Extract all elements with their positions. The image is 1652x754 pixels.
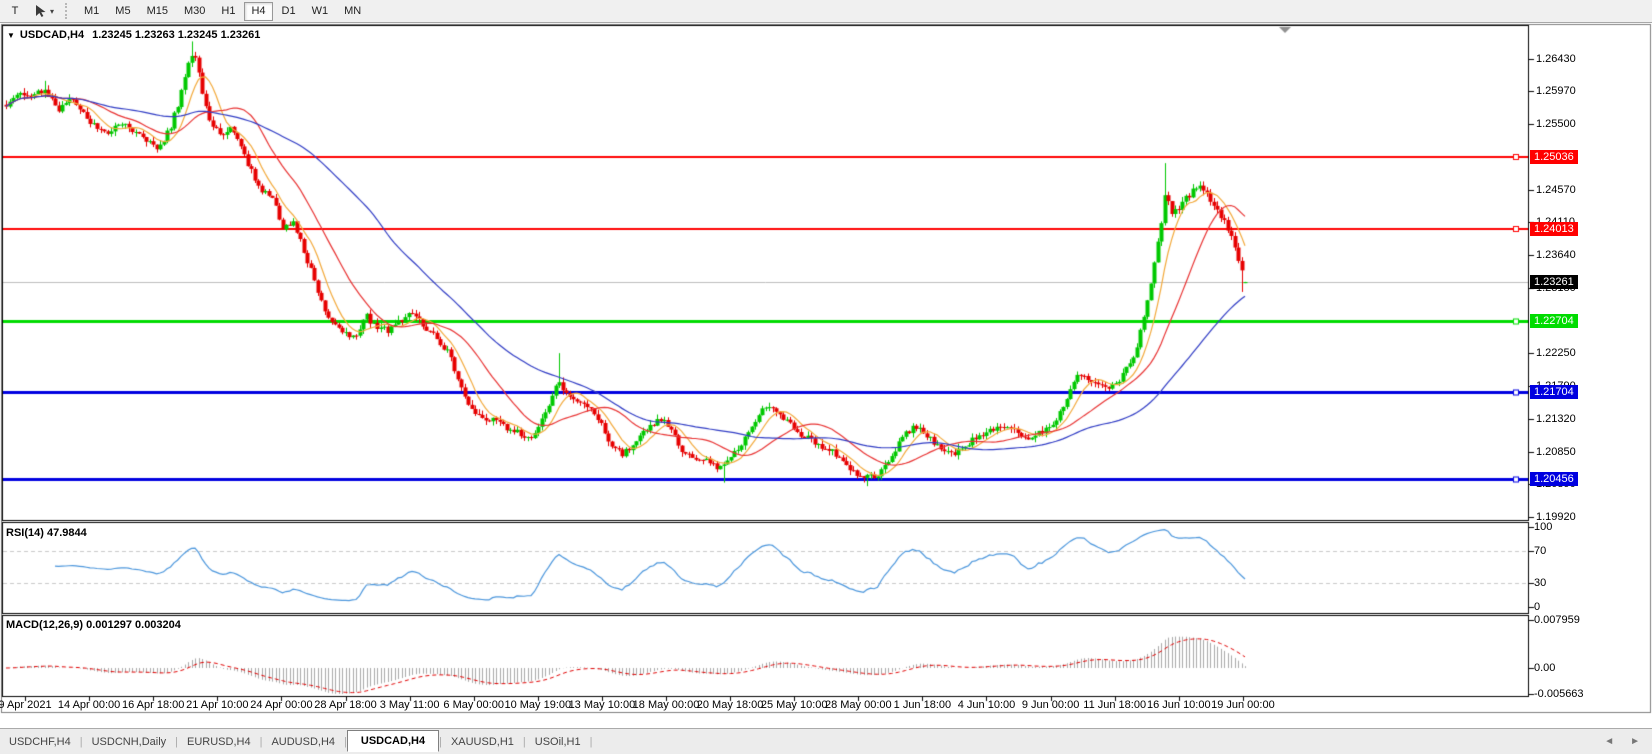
time-axis-label: 28 Apr 18:00 xyxy=(314,699,376,711)
price-axis-tick: 1.25970 xyxy=(1536,85,1576,97)
main-chart-panel[interactable] xyxy=(3,26,1528,520)
macd-label: MACD(12,26,9) 0.001297 0.003204 xyxy=(6,619,181,631)
chart-tab-usdchf-h4[interactable]: USDCHF,H4 xyxy=(0,731,80,753)
timeframe-button-m5[interactable]: M5 xyxy=(108,2,137,21)
price-level-label-support: 1.21704 xyxy=(1530,385,1578,399)
chart-tab-usoil-h1[interactable]: USOil,H1 xyxy=(526,731,590,753)
time-axis-label: 19 Jun 00:00 xyxy=(1211,699,1275,711)
rsi-axis-tick: 100 xyxy=(1534,521,1552,533)
timeframe-button-mn[interactable]: MN xyxy=(337,2,368,21)
rsi-label: RSI(14) 47.9844 xyxy=(6,527,87,539)
time-axis-label: 28 May 00:00 xyxy=(825,699,892,711)
price-axis-tick: 1.20850 xyxy=(1536,446,1576,458)
chart-tab-usdcnh-daily[interactable]: USDCNH,Daily xyxy=(83,731,176,753)
price-level-label-resistance: 1.24013 xyxy=(1530,222,1578,236)
timeframe-button-h1[interactable]: H1 xyxy=(214,2,242,21)
chart-tabs: USDCHF,H4|USDCNH,Daily|EURUSD,H4|AUDUSD,… xyxy=(0,731,592,753)
rsi-axis-tick: 70 xyxy=(1534,545,1546,557)
chart-header: ▼ USDCAD,H4 1.23245 1.23263 1.23245 1.2326… xyxy=(7,29,260,41)
price-level-label-support: 1.22704 xyxy=(1530,314,1578,328)
text-tool-button[interactable]: T xyxy=(3,2,27,21)
chart-tab-xauusd-h1[interactable]: XAUUSD,H1 xyxy=(442,731,523,753)
time-axis-label: 24 Apr 00:00 xyxy=(250,699,312,711)
cursor-icon xyxy=(34,4,47,18)
timeframe-button-m30[interactable]: M30 xyxy=(177,2,212,21)
macd-axis-tick: 0.007959 xyxy=(1534,614,1580,626)
timeframe-button-group: M1M5M15M30H1H4D1W1MN xyxy=(77,2,368,21)
toolbar-separator xyxy=(65,3,71,19)
timeframe-button-w1[interactable]: W1 xyxy=(305,2,336,21)
rsi-panel[interactable] xyxy=(3,523,1528,613)
rsi-axis-tick: 30 xyxy=(1534,577,1546,589)
timeframe-button-m15[interactable]: M15 xyxy=(140,2,175,21)
time-axis-label: 9 Jun 00:00 xyxy=(1022,699,1080,711)
time-axis-label: 13 May 10:00 xyxy=(569,699,636,711)
time-axis-label: 20 May 18:00 xyxy=(697,699,764,711)
time-axis-label: 1 Jun 18:00 xyxy=(894,699,952,711)
time-axis-label: 11 Jun 18:00 xyxy=(1083,699,1146,711)
price-axis-tick: 1.26430 xyxy=(1536,53,1576,65)
chevron-down-icon: ▾ xyxy=(50,7,54,16)
rsi-axis-tick: 0 xyxy=(1534,601,1540,613)
collapse-chart-icon[interactable]: ▼ xyxy=(7,31,15,40)
time-axis-label: 14 Apr 00:00 xyxy=(58,699,120,711)
tab-scroll-arrows: ◄ ► xyxy=(1604,736,1652,747)
timeframe-button-d1[interactable]: D1 xyxy=(275,2,303,21)
time-axis-label: 21 Apr 10:00 xyxy=(186,699,248,711)
time-axis-label: 18 May 00:00 xyxy=(633,699,700,711)
timeframe-button-m1[interactable]: M1 xyxy=(77,2,106,21)
toolbar: T ▾ M1M5M15M30H1H4D1W1MN xyxy=(0,0,1652,23)
price-axis-tick: 1.21320 xyxy=(1536,413,1576,425)
time-axis-label: 16 Jun 10:00 xyxy=(1147,699,1211,711)
price-axis-tick: 1.25500 xyxy=(1536,118,1576,130)
cursor-tool-button[interactable]: ▾ xyxy=(27,2,61,21)
time-axis-label: 4 Jun 10:00 xyxy=(958,699,1016,711)
price-level-label-support: 1.20456 xyxy=(1530,472,1578,486)
chart-ohlc-values: 1.23245 1.23263 1.23245 1.23261 xyxy=(92,29,260,41)
price-axis-tick: 1.22250 xyxy=(1536,347,1576,359)
time-axis-label: 25 May 10:00 xyxy=(761,699,828,711)
price-level-label-current-price: 1.23261 xyxy=(1530,275,1578,289)
time-axis-label: 6 May 00:00 xyxy=(443,699,504,711)
macd-axis-tick: 0.00 xyxy=(1534,662,1555,674)
chart-symbol: USDCAD,H4 xyxy=(20,29,84,41)
tab-scroll-left-arrow[interactable]: ◄ xyxy=(1604,736,1614,747)
chart-tab-eurusd-h4[interactable]: EURUSD,H4 xyxy=(178,731,260,753)
price-axis-tick: 1.24570 xyxy=(1536,184,1576,196)
macd-panel[interactable] xyxy=(3,615,1528,697)
chart-tab-usdcad-h4[interactable]: USDCAD,H4 xyxy=(347,730,439,752)
time-axis-label: 16 Apr 18:00 xyxy=(122,699,184,711)
chart-tab-bar: USDCHF,H4|USDCNH,Daily|EURUSD,H4|AUDUSD,… xyxy=(0,728,1652,754)
time-axis-label: 9 Apr 2021 xyxy=(0,699,52,711)
tab-separator: | xyxy=(590,736,593,748)
macd-axis-tick: -0.005663 xyxy=(1534,688,1584,700)
timeframe-button-h4[interactable]: H4 xyxy=(244,2,272,21)
chart-tab-audusd-h4[interactable]: AUDUSD,H4 xyxy=(262,731,344,753)
price-axis-tick: 1.23640 xyxy=(1536,249,1576,261)
price-level-label-resistance: 1.25036 xyxy=(1530,150,1578,164)
tab-scroll-right-arrow[interactable]: ► xyxy=(1630,736,1640,747)
time-axis-label: 3 May 11:00 xyxy=(380,699,440,711)
time-axis-label: 10 May 19:00 xyxy=(504,699,571,711)
